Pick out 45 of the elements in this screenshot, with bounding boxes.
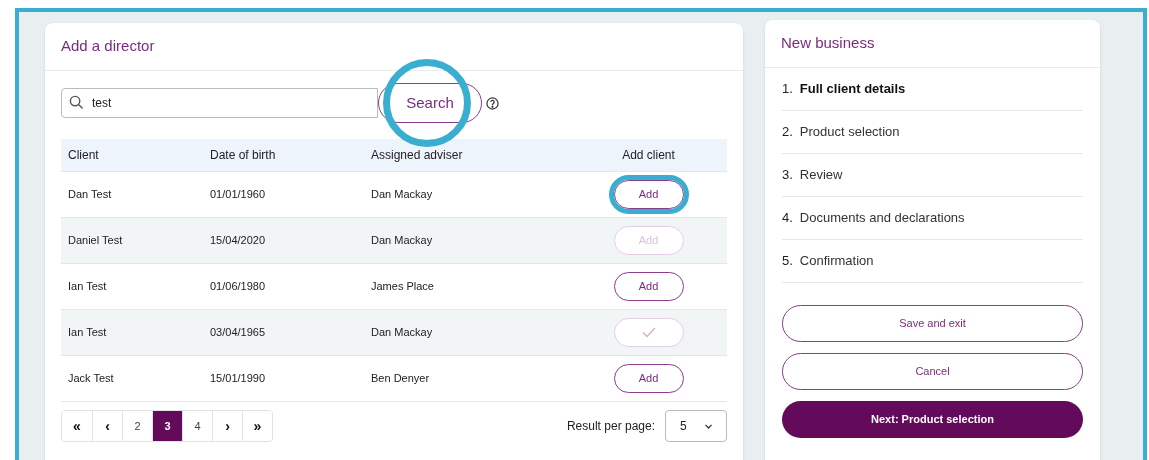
step-number: 4. <box>782 209 793 228</box>
step-item[interactable]: Documents and declarations <box>799 208 965 228</box>
search-icon <box>69 95 84 110</box>
search-field[interactable]: test <box>61 88 378 118</box>
panel-title: Add a director <box>61 36 155 57</box>
column-header: Add client <box>621 147 676 164</box>
add-button[interactable]: Add <box>613 364 684 393</box>
table-cell-text: Dan Test <box>67 187 113 203</box>
action-button[interactable]: Save and exit <box>782 305 1083 342</box>
action-button[interactable]: Cancel <box>782 353 1083 390</box>
step-item[interactable]: Product selection <box>799 122 900 142</box>
step-item[interactable]: Review <box>799 165 843 185</box>
panel-title: New business <box>781 33 875 54</box>
table-cell-text: Dan Mackay <box>370 187 434 203</box>
table-cell-text: Ben Denyer <box>370 371 431 387</box>
column-header: Client <box>67 147 100 164</box>
table-cell-text: Daniel Test <box>67 233 124 249</box>
column-header: Assigned adviser <box>370 147 464 164</box>
step-number: 1. <box>782 80 793 99</box>
table-cell-text: 03/04/1965 <box>209 325 267 341</box>
table-cell-text: Dan Mackay <box>370 325 434 341</box>
page-button[interactable]: » <box>242 411 272 441</box>
step-item[interactable]: Full client details <box>799 79 906 99</box>
table-cell-text: Ian Test <box>67 325 108 341</box>
table-cell-text: 01/06/1980 <box>209 279 267 295</box>
table-cell-text: Dan Mackay <box>370 233 434 249</box>
step-number: 5. <box>782 252 793 271</box>
table-cell-text: 15/01/1990 <box>209 371 267 387</box>
help-icon[interactable] <box>486 96 499 110</box>
column-header: Date of birth <box>209 147 277 164</box>
table-cell-text: 15/04/2020 <box>209 233 267 249</box>
step-number: 3. <box>782 166 793 185</box>
table-cell-text: Jack Test <box>67 371 115 387</box>
step-item[interactable]: Confirmation <box>799 251 874 271</box>
add-button[interactable]: Add <box>613 272 684 301</box>
check-icon <box>641 327 656 338</box>
table-cell-text: James Place <box>370 279 435 295</box>
step-number: 2. <box>782 123 793 142</box>
caret-icon <box>705 423 712 429</box>
per-page-dropdown[interactable]: 5 <box>665 410 727 442</box>
table-cell-text: 01/01/1960 <box>209 187 267 203</box>
page-button[interactable]: 3 <box>152 411 182 441</box>
next-button[interactable]: Next: Product selection <box>782 401 1083 438</box>
table-cell-text: Ian Test <box>67 279 108 295</box>
per-page-label: Result per page: <box>566 418 655 435</box>
